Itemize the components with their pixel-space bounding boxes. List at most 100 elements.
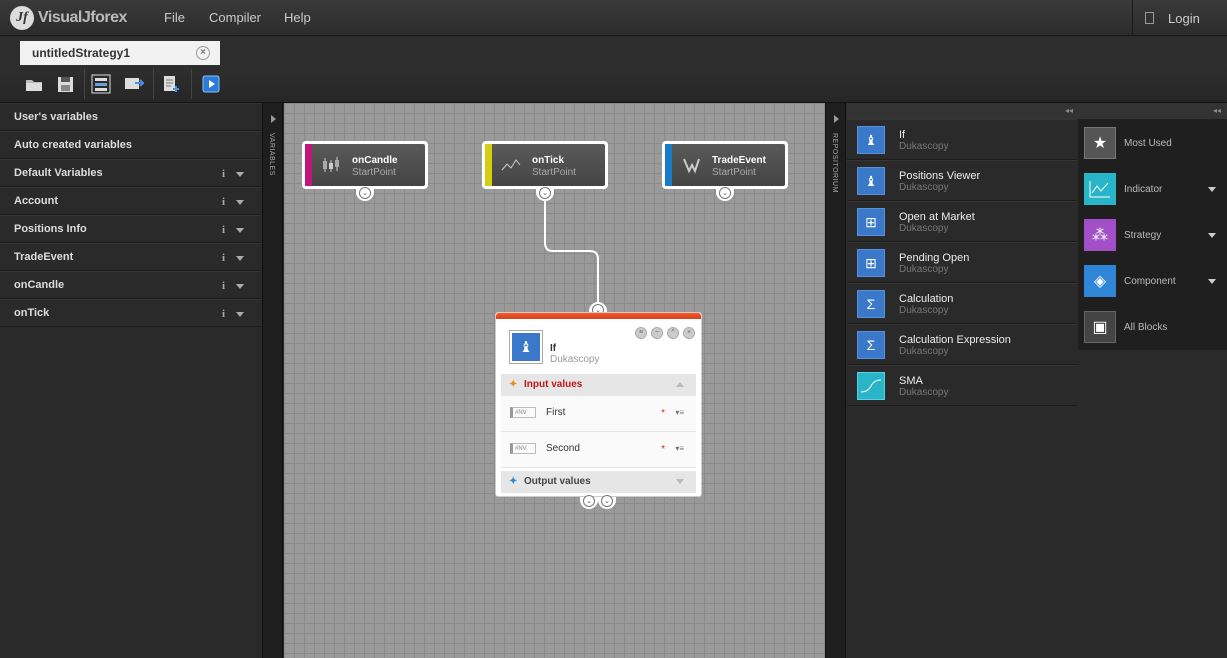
menu-help[interactable]: Help [284, 0, 311, 36]
tab-untitled-strategy[interactable]: untitledStrategy1 × [20, 41, 220, 65]
input-row-first[interactable]: #NV First * ▾≡ [501, 396, 696, 432]
chevron-down-icon[interactable] [1208, 279, 1216, 284]
variables-strip[interactable]: VARIABLES [262, 103, 283, 658]
blocks-icon: ▣ [1084, 311, 1116, 343]
repository-item[interactable]: Σ Calculation Expression Dukascopy [847, 324, 1077, 365]
startpoint-oncandle[interactable]: onCandle StartPoint [302, 141, 428, 189]
variables-item-label: Auto created variables [14, 139, 132, 151]
dropdown-icon[interactable]: ▾≡ [675, 444, 684, 453]
repository-item[interactable]: ♝ Positions Viewer Dukascopy [847, 160, 1077, 201]
variables-item[interactable]: User's variables [0, 103, 262, 131]
variables-item[interactable]: Auto created variables [0, 131, 262, 159]
info-icon[interactable]: i [222, 196, 225, 208]
variables-item[interactable]: Default Variables i [0, 159, 262, 187]
indicator-icon [1084, 173, 1116, 205]
sma-curve-icon [860, 379, 882, 393]
repository-item[interactable]: ♝ If Dukascopy [847, 119, 1077, 160]
variables-item[interactable]: onCandle i [0, 271, 262, 299]
save-icon [57, 76, 73, 92]
info-icon[interactable]: i [222, 168, 225, 180]
variables-item[interactable]: TradeEvent i [0, 243, 262, 271]
if-block-icon: ♝ [509, 330, 543, 364]
blocks-view-button[interactable] [91, 74, 111, 94]
info-icon[interactable]: i [222, 280, 225, 292]
info-icon[interactable]: i [222, 308, 225, 320]
open-folder-button[interactable] [24, 74, 44, 94]
chevron-down-icon[interactable] [236, 284, 244, 289]
close-tab-icon[interactable]: × [196, 46, 210, 60]
info-icon[interactable]: i [222, 224, 225, 236]
expand-triangle-icon[interactable] [271, 115, 276, 123]
startpoint-color-bar [485, 144, 492, 186]
repository-item[interactable]: ⊞ Pending Open Dukascopy [847, 242, 1077, 283]
chevron-down-icon[interactable] [236, 200, 244, 205]
strategy-canvas[interactable]: onCandle StartPoint ⌄ onTick StartPoint … [284, 103, 825, 658]
variables-item[interactable]: Positions Info i [0, 215, 262, 243]
repository-strip[interactable]: REPOSITORIUM [825, 103, 846, 658]
add-document-icon [164, 76, 179, 92]
repository-item[interactable]: Σ Calculation Dukascopy [847, 283, 1077, 324]
menu-file[interactable]: File [164, 0, 185, 36]
dropdown-icon[interactable]: ▾≡ [675, 408, 684, 417]
repository-item-subtitle: Dukascopy [899, 387, 949, 398]
save-button[interactable] [55, 74, 75, 94]
input-values-section[interactable]: ✦ Input values [501, 374, 696, 396]
startpoint-title: TradeEvent [712, 155, 766, 166]
input-values-label: Input values [524, 379, 583, 390]
chevron-down-icon: ⌄ [359, 187, 371, 199]
star-icon: ✦ [509, 379, 518, 390]
toolbar-separator [153, 69, 154, 99]
category-all-blocks[interactable]: ▣ All Blocks [1078, 303, 1227, 349]
chevron-down-icon[interactable] [1208, 187, 1216, 192]
chevron-down-icon[interactable] [676, 479, 684, 484]
category-most-used[interactable]: ★ Most Used [1078, 119, 1227, 165]
startpoint-title: onCandle [352, 155, 398, 166]
input-row-second[interactable]: #NV Second * ▾≡ [501, 432, 696, 468]
category-label: Strategy [1124, 230, 1162, 241]
menu-compiler[interactable]: Compiler [209, 0, 261, 36]
variables-item[interactable]: Account i [0, 187, 262, 215]
indicator-chart-icon [1089, 181, 1110, 198]
repository-item[interactable]: ⊞ Open at Market Dukascopy [847, 201, 1077, 242]
folder-icon [26, 79, 42, 91]
collapse-left-icon[interactable]: ◂◂ [1065, 106, 1073, 115]
expand-triangle-icon[interactable] [834, 115, 839, 123]
category-component[interactable]: ◈ Component [1078, 257, 1227, 303]
collapse-icon[interactable]: ^ [667, 327, 679, 339]
logo-text: VisualJforex [38, 9, 127, 26]
chevron-down-icon[interactable] [236, 256, 244, 261]
startpoint-tradeevent[interactable]: TradeEvent StartPoint [662, 141, 788, 189]
variables-item[interactable]: onTick i [0, 299, 262, 327]
close-icon[interactable]: × [683, 327, 695, 339]
strategy-icon: ⁂ [1084, 219, 1116, 251]
repository-item[interactable]: SMA Dukascopy [847, 365, 1077, 406]
repository-strip-label: REPOSITORIUM [831, 133, 838, 193]
startpoint-subtitle: StartPoint [532, 167, 576, 178]
login-button[interactable]: Login [1132, 0, 1227, 36]
category-label: All Blocks [1124, 322, 1168, 333]
if-block[interactable]: ≡ ~ ^ × ♝ If Dukascopy ✦ Input values #N… [495, 312, 702, 497]
chevron-down-icon: ⌄ [601, 495, 613, 507]
startpoint-body: onTick StartPoint [485, 144, 605, 186]
chevron-down-icon[interactable] [1208, 233, 1216, 238]
chevron-down-icon[interactable] [236, 172, 244, 177]
startpoint-ontick[interactable]: onTick StartPoint [482, 141, 608, 189]
chevron-down-icon[interactable] [236, 228, 244, 233]
wave-icon[interactable]: ~ [651, 327, 663, 339]
toolbar [0, 65, 1227, 103]
repository-item-subtitle: Dukascopy [899, 182, 949, 193]
export-button[interactable] [124, 74, 144, 94]
collapse-left-icon[interactable]: ◂◂ [1213, 106, 1221, 115]
run-button[interactable] [201, 74, 221, 94]
output-values-section[interactable]: ✦ Output values [501, 471, 696, 493]
startpoint-color-bar [305, 144, 312, 186]
chevron-down-icon[interactable] [236, 312, 244, 317]
category-strategy[interactable]: ⁂ Strategy [1078, 211, 1227, 257]
category-indicator[interactable]: Indicator [1078, 165, 1227, 211]
add-document-button[interactable] [161, 74, 181, 94]
chevron-up-icon[interactable] [676, 382, 684, 387]
menu-icon[interactable]: ≡ [635, 327, 647, 339]
variables-item-label: onCandle [14, 279, 65, 291]
chevron-down-icon: ⌄ [719, 187, 731, 199]
info-icon[interactable]: i [222, 252, 225, 264]
